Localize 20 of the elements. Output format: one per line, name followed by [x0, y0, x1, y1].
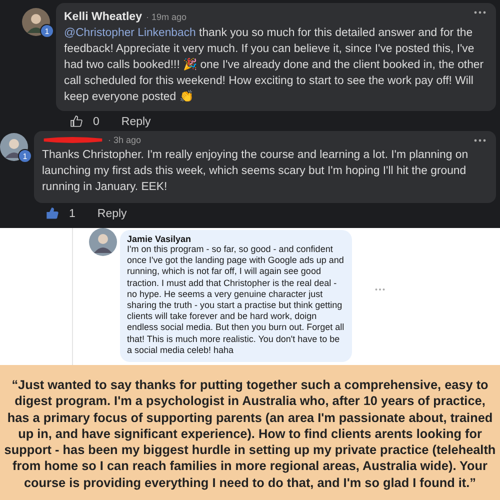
reply-button[interactable]: Reply — [121, 116, 151, 128]
author-name[interactable]: Kelli Wheatley — [64, 11, 142, 23]
testimonial-quote: “Just wanted to say thanks for putting together such a comprehensive, easy to digest program. I'm a psychologist in Australia who, after 10 years of practice, has a primary focus of supporting parents (an area I'm passionate about, trained up in, and have significant experience). How to find clients arents looking for support - has been my biggest hurdle in setting up my private practice (telehealth from home so I can reach families in more regional areas, Australia wide). Your course is providing everything I need to do that, and I'm so glad I found it.” — [0, 365, 500, 500]
comment-text: @Christopher Linkenbach thank you so much for this detailed answer and for the feedback! Appreciate it very much. If you can believe it, since I've posted this, I've had two calls booked!!! 🎉 one I've already done and the client booked in, the other call scheduled for this weekend! How exciting to start to see the work pay off! Will keep everyone posted 👏 — [64, 26, 484, 105]
mention-link[interactable]: @Christopher Linkenbach — [64, 27, 196, 39]
more-options-icon[interactable] — [474, 139, 486, 142]
notification-badge: 1 — [40, 24, 54, 38]
like-count: 0 — [93, 116, 100, 128]
like-count: 1 — [69, 208, 76, 220]
more-options-icon[interactable] — [474, 11, 486, 14]
avatar — [89, 228, 117, 256]
comment-text: Thanks Christopher. I'm really enjoying the course and learning a lot. I'm planning on launching my first ads this week, which seems scary but I'm hoping I'll hit the ground running in January. EEK! — [42, 148, 470, 195]
author-name[interactable]: Jamie Vasilyan — [127, 234, 346, 244]
notification-badge: 1 — [18, 149, 32, 163]
timestamp: · 19m ago — [146, 12, 186, 22]
reply-button[interactable]: Reply — [97, 208, 127, 220]
redaction-mark — [42, 136, 104, 144]
timestamp: · 3h ago — [108, 135, 142, 145]
thumbs-up-icon[interactable] — [46, 207, 59, 220]
comment-text: I'm on this program - so far, so good - and confident once I've got the landing page with Google ads up and running, which is not far off, I will again see good traction. I must add that Christopher is the real deal - no hype. He seems a very genuine character just sharing the truth - you start a practise but think getting clients will take forever and be hard work, doign endless social media. But then you burn out. Forget all that! This is much more realistic. You don't have to be a social media celeb! haha — [127, 244, 346, 356]
